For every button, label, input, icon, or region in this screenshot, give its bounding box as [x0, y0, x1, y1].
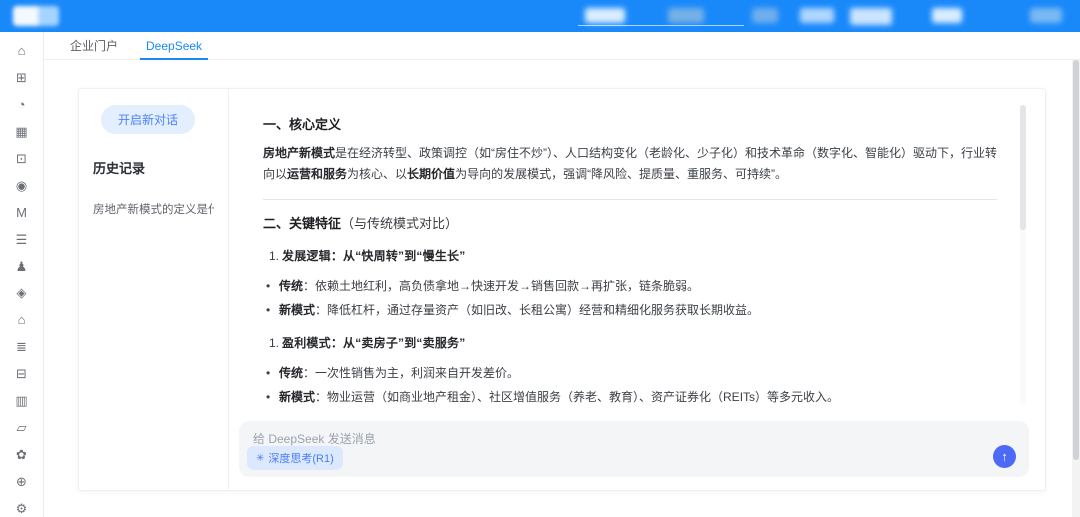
feature-bullets: 传统：依赖土地红利，高负债拿地→快速开发→销售回款→再扩张，链条脆弱。 新模式：… [265, 277, 997, 319]
history-title: 历史记录 [93, 158, 214, 177]
app-logo [13, 6, 59, 26]
chat-scrollbar-thumb[interactable] [1020, 105, 1026, 230]
barcode-alt-icon[interactable]: ▥ [13, 392, 31, 410]
feature-bullets: 传统：一次性销售为主，利润来自开发差价。 新模式：物业运营（如商业地产租金）、社… [265, 364, 997, 406]
blurred-nav-item[interactable] [850, 8, 892, 25]
section-title-core-definition: 一、核心定义 [263, 114, 997, 133]
blurred-nav-item[interactable] [585, 8, 625, 23]
chat-column: 一、核心定义 房地产新模式是在经济转型、政策调控（如“房住不炒”）、人口结构变化… [229, 89, 1045, 490]
deep-think-icon: ✳ [256, 453, 264, 464]
home-icon[interactable]: ⌂ [13, 42, 31, 60]
media-folder-icon[interactable]: ⊡ [13, 150, 31, 168]
bullet-new-model: 新模式：物业运营（如商业地产租金）、社区增值服务（养老、教育）、资产证券化（RE… [265, 388, 997, 407]
bullet-traditional: 传统：一次性销售为主，利润来自开发差价。 [265, 364, 997, 383]
tab-deepseek[interactable]: DeepSeek [146, 32, 202, 60]
home-alt-icon[interactable]: ⌂ [13, 311, 31, 329]
nav-active-underline [578, 25, 744, 26]
deep-think-label: 深度思考(R1) [268, 450, 333, 466]
blurred-nav-item[interactable] [800, 8, 834, 23]
badge-icon[interactable]: ✿ [13, 445, 31, 463]
icon-sidebar: ⌂ ⊞ ◔ ▦ ⊡ ◉ M ☰ ♟ ◈ ⌂ ≣ ⊟ ▥ ▱ ✿ ⊕ ⚙ [0, 32, 44, 517]
shield-icon[interactable]: ◈ [13, 284, 31, 302]
blurred-nav-item[interactable] [932, 8, 962, 23]
send-button[interactable]: ↑ [993, 445, 1016, 468]
tab-enterprise-portal[interactable]: 企业门户 [70, 32, 118, 60]
blurred-nav-item[interactable] [1030, 8, 1062, 23]
section-divider [263, 199, 997, 200]
app-header [0, 0, 1080, 32]
pie-chart-icon[interactable]: ◔ [13, 96, 31, 114]
page-scrollbar[interactable] [1072, 60, 1080, 517]
org-chart-icon[interactable]: ⊞ [13, 69, 31, 87]
message-input-placeholder: 给 DeepSeek 发送消息 [253, 430, 1015, 447]
deep-think-button[interactable]: ✳ 深度思考(R1) [247, 446, 343, 470]
arrow-up-icon: ↑ [1001, 450, 1008, 463]
page-scrollbar-thumb[interactable] [1073, 60, 1079, 460]
user-icon[interactable]: ♟ [13, 257, 31, 275]
folder-icon[interactable]: ▱ [13, 418, 31, 436]
layers-icon[interactable]: ≣ [13, 338, 31, 356]
feature-item-title: 1.盈利模式：从“卖房子”到“卖服务” [269, 334, 997, 351]
globe-icon[interactable]: ⊕ [13, 472, 31, 490]
assistant-message: 一、核心定义 房地产新模式是在经济转型、政策调控（如“房住不炒”）、人口结构变化… [263, 104, 1011, 422]
section-title-key-features: 二、关键特征（与传统模式对比） [263, 213, 997, 232]
target-icon[interactable]: ◉ [13, 176, 31, 194]
message-input[interactable]: 给 DeepSeek 发送消息 ✳ 深度思考(R1) ↑ [239, 421, 1029, 477]
blurred-nav-item[interactable] [752, 8, 778, 23]
history-panel: 开启新对话 历史记录 房地产新模式的定义是什么 [79, 89, 229, 490]
feature-item-title: 1.发展逻辑：从“快周转”到“慢生长” [269, 247, 997, 264]
core-definition-paragraph: 房地产新模式是在经济转型、政策调控（如“房住不炒”）、人口结构变化（老龄化、少子… [263, 143, 997, 185]
m-letter-icon[interactable]: M [13, 203, 31, 221]
gear-icon[interactable]: ⚙ [13, 499, 31, 517]
blurred-nav-item[interactable] [668, 8, 704, 23]
deepseek-chat-card: 开启新对话 历史记录 房地产新模式的定义是什么 一、核心定义 房地产新模式是在经… [78, 88, 1046, 491]
new-chat-button[interactable]: 开启新对话 [101, 105, 195, 134]
barcode-icon[interactable]: ▦ [13, 123, 31, 141]
tab-bar: 企业门户 DeepSeek [44, 32, 1080, 60]
list-icon[interactable]: ☰ [13, 230, 31, 248]
bullet-traditional: 传统：依赖土地红利，高负债拿地→快速开发→销售回款→再扩张，链条脆弱。 [265, 277, 997, 296]
bullet-new-model: 新模式：降低杠杆，通过存量资产（如旧改、长租公寓）经营和精细化服务获取长期收益。 [265, 301, 997, 320]
sitemap-icon[interactable]: ⊟ [13, 365, 31, 383]
chat-scrollbar[interactable] [1020, 105, 1026, 405]
history-item[interactable]: 房地产新模式的定义是什么 [93, 201, 214, 217]
